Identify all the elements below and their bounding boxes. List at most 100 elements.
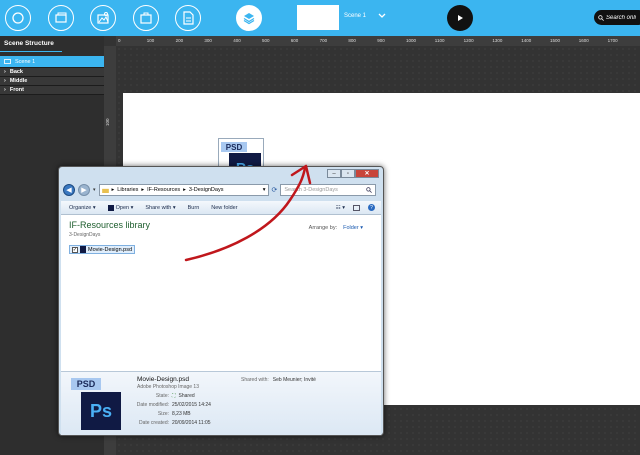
arrange-by-label: Arrange by: bbox=[308, 225, 338, 231]
maximize-button[interactable]: ▫ bbox=[341, 169, 355, 178]
library-icon bbox=[101, 188, 109, 193]
briefcase-tool-button[interactable] bbox=[133, 5, 159, 31]
tree-item-back[interactable]: › Back bbox=[0, 68, 104, 77]
help-icon[interactable]: ? bbox=[368, 204, 375, 211]
scene-icon bbox=[4, 59, 11, 64]
detail-state: State: ⛶ Shared bbox=[131, 393, 195, 399]
detail-value: Seb Meunier; Invité bbox=[272, 377, 316, 383]
photoshop-file-icon bbox=[80, 246, 86, 253]
ruler-tick: 500 bbox=[262, 38, 270, 43]
breadcrumb-separator: ▸ bbox=[183, 187, 186, 193]
detail-size: Size: 8,23 MB bbox=[131, 411, 191, 417]
new-folder-button[interactable]: New folder bbox=[211, 205, 237, 211]
ruler-tick: 700 bbox=[319, 38, 328, 43]
file-item-movie-design[interactable]: ✓ Movie-Design.psd bbox=[69, 245, 136, 254]
details-pane: PSD Ps Movie-Design.psd Adobe Photoshop … bbox=[61, 371, 381, 435]
ruler-tick: 600 bbox=[290, 38, 299, 43]
detail-label: Date modified: bbox=[136, 402, 169, 408]
window-controls: – ▫ ✕ bbox=[327, 169, 379, 178]
file-checkbox[interactable]: ✓ bbox=[72, 246, 78, 253]
refresh-icon[interactable]: ⟳ bbox=[272, 186, 278, 194]
breadcrumb-separator: ▸ bbox=[141, 187, 145, 193]
psd-badge: PSD bbox=[71, 378, 101, 390]
video-tool-button[interactable] bbox=[48, 5, 74, 31]
library-subtitle: 3-DesignDays bbox=[69, 232, 101, 238]
detail-file-type: Adobe Photoshop Image 13 bbox=[137, 384, 199, 390]
tree-item-label: Scene 1 bbox=[15, 58, 36, 65]
circle-tool-button[interactable] bbox=[5, 5, 31, 31]
back-button[interactable]: ◀ bbox=[63, 184, 75, 196]
burn-button[interactable]: Burn bbox=[188, 205, 200, 211]
address-dropdown-icon[interactable]: ▾ bbox=[263, 187, 268, 193]
play-button[interactable] bbox=[447, 5, 473, 31]
search-box[interactable] bbox=[594, 10, 640, 25]
organize-button[interactable]: Organize ▾ bbox=[69, 205, 96, 211]
briefcase-icon bbox=[140, 12, 152, 24]
detail-date-created: Date created: 20/09/2014 11:05 bbox=[131, 420, 211, 426]
ruler-tick: 900 bbox=[377, 38, 385, 43]
panel-title: Scene Structure bbox=[0, 36, 62, 52]
file-preview-icon: PSD Ps bbox=[71, 378, 127, 432]
search-input[interactable] bbox=[606, 14, 640, 21]
forward-button[interactable]: ▶ bbox=[78, 184, 90, 196]
document-tool-button[interactable] bbox=[175, 5, 201, 31]
photoshop-icon bbox=[107, 204, 114, 211]
address-row: ◀ ▶ ▾ ▸ Libraries ▸ IF-Resources ▸ 3-Des… bbox=[63, 183, 379, 197]
tree-item-label: Back bbox=[9, 69, 23, 75]
image-icon bbox=[97, 12, 109, 24]
breadcrumb-3-designdays[interactable]: 3-DesignDays bbox=[189, 187, 224, 193]
top-toolbar: Scene 1 bbox=[0, 0, 640, 36]
detail-file-name: Movie-Design.psd bbox=[137, 376, 190, 383]
video-icon bbox=[55, 12, 67, 23]
arrange-by-dropdown[interactable]: Folder ▾ bbox=[343, 225, 363, 231]
chevron-right-icon[interactable]: › bbox=[4, 78, 6, 84]
view-controls: ☷ ▾ ? bbox=[336, 204, 381, 211]
tree-item-front[interactable]: › Front bbox=[0, 86, 104, 95]
psd-badge: PSD bbox=[221, 142, 247, 152]
detail-value: Shared bbox=[178, 393, 195, 399]
tree-item-label: Middle bbox=[9, 78, 28, 84]
ruler-tick: 100 bbox=[146, 38, 155, 43]
ruler-tick: 1500 bbox=[550, 38, 561, 43]
layers-tool-button[interactable] bbox=[236, 5, 262, 31]
document-icon bbox=[183, 11, 194, 25]
scene-thumbnail[interactable] bbox=[297, 5, 339, 30]
tree-item-middle[interactable]: › Middle bbox=[0, 77, 104, 86]
ruler-tick: 800 bbox=[348, 38, 356, 43]
ruler-tick: 100 bbox=[105, 118, 110, 126]
ruler-tick: 300 bbox=[204, 38, 212, 43]
share-with-button[interactable]: Share with ▾ bbox=[145, 205, 175, 211]
tree-item-scene-1[interactable]: Scene 1 bbox=[0, 56, 104, 68]
ruler-tick: 1700 bbox=[607, 38, 618, 43]
close-button[interactable]: ✕ bbox=[355, 169, 379, 178]
breadcrumb-libraries[interactable]: Libraries bbox=[117, 187, 138, 193]
ruler-tick: 200 bbox=[175, 38, 184, 43]
chevron-right-icon[interactable]: › bbox=[4, 87, 6, 93]
chevron-down-icon[interactable] bbox=[377, 11, 387, 21]
address-bar[interactable]: ▸ Libraries ▸ IF-Resources ▸ 3-DesignDay… bbox=[98, 184, 269, 196]
search-icon bbox=[366, 187, 373, 193]
minimize-button[interactable]: – bbox=[327, 169, 341, 178]
breadcrumb-if-resources[interactable]: IF-Resources bbox=[147, 187, 180, 193]
scene-name: Scene 1 bbox=[344, 13, 367, 19]
explorer-search-box[interactable]: Search 3-DesignDays bbox=[280, 184, 377, 196]
explorer-search-input[interactable]: Search 3-DesignDays bbox=[284, 187, 338, 193]
detail-label: Size: bbox=[157, 411, 169, 417]
layers-icon bbox=[243, 13, 255, 25]
circle-icon bbox=[12, 12, 24, 24]
photoshop-icon: Ps bbox=[81, 392, 121, 430]
library-title: IF-Resources library bbox=[69, 220, 151, 230]
preview-pane-icon[interactable] bbox=[353, 204, 360, 211]
ruler-tick: 1000 bbox=[406, 38, 417, 43]
ruler-tick: 0 bbox=[118, 38, 121, 43]
view-options-icon[interactable]: ☷ ▾ bbox=[336, 205, 345, 211]
ruler-tick: 1100 bbox=[434, 38, 445, 43]
open-button[interactable]: Open ▾ bbox=[107, 204, 133, 211]
image-tool-button[interactable] bbox=[90, 5, 116, 31]
tree-item-label: Front bbox=[9, 87, 24, 93]
chevron-right-icon[interactable]: › bbox=[4, 69, 6, 75]
file-explorer-window: – ▫ ✕ ◀ ▶ ▾ ▸ Libraries ▸ IF-Resources ▸… bbox=[58, 166, 384, 436]
detail-date-modified: Date modified: 25/02/2015 14:24 bbox=[131, 402, 211, 408]
ruler-tick: 1400 bbox=[521, 38, 532, 43]
history-dropdown-icon[interactable]: ▾ bbox=[93, 187, 96, 193]
